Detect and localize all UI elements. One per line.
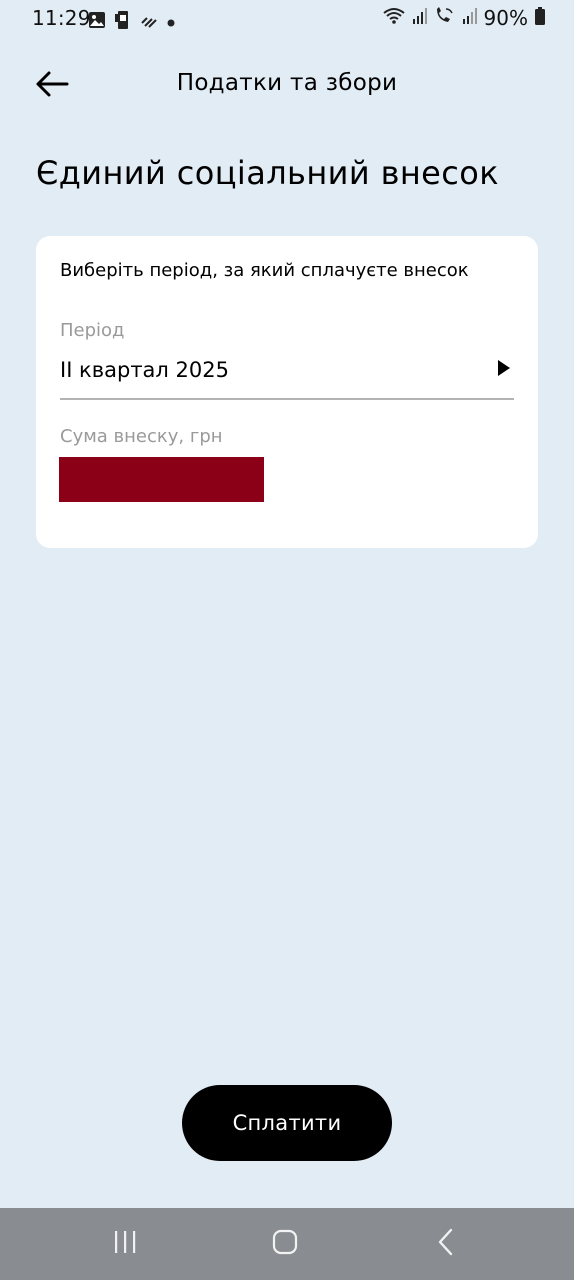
recent-apps-icon [112,1230,138,1258]
status-left-icons [88,10,176,34]
signal-icon-2 [462,7,478,29]
period-select[interactable]: II квартал 2025 [60,350,514,400]
payment-form-card: Виберіть період, за який сплачуєте внесо… [36,236,538,548]
signal-icon [412,7,428,29]
battery-icon [534,6,546,30]
page-title: Єдиний соціальний внесок [36,154,499,192]
back-nav-icon [436,1228,456,1260]
amount-field-redacted[interactable] [59,457,264,502]
system-nav-bar [0,1208,574,1280]
status-right: 90% [382,6,546,30]
header-title: Податки та збори [176,70,398,96]
dot-icon [166,13,176,32]
image-icon [88,11,106,33]
period-label: Період [60,320,125,341]
period-value: II квартал 2025 [60,358,229,382]
data-saver-icon [140,11,158,33]
pay-button[interactable]: Сплатити [182,1085,392,1161]
app-header: Податки та збори [0,56,574,116]
home-icon [272,1229,298,1259]
status-time: 11:29 [32,6,91,30]
home-button[interactable] [255,1222,315,1266]
wifi-call-icon [434,6,456,30]
vpn-icon [114,10,132,34]
recent-apps-button[interactable] [95,1222,155,1266]
battery-percent: 90% [483,6,528,30]
triangle-right-icon [496,358,512,378]
form-instruction: Виберіть період, за який сплачуєте внесо… [60,260,469,281]
amount-label: Сума внеску, грн [60,426,223,447]
status-bar: 11:29 90% [0,0,574,40]
wifi-icon [382,6,406,30]
back-nav-button[interactable] [416,1222,476,1266]
